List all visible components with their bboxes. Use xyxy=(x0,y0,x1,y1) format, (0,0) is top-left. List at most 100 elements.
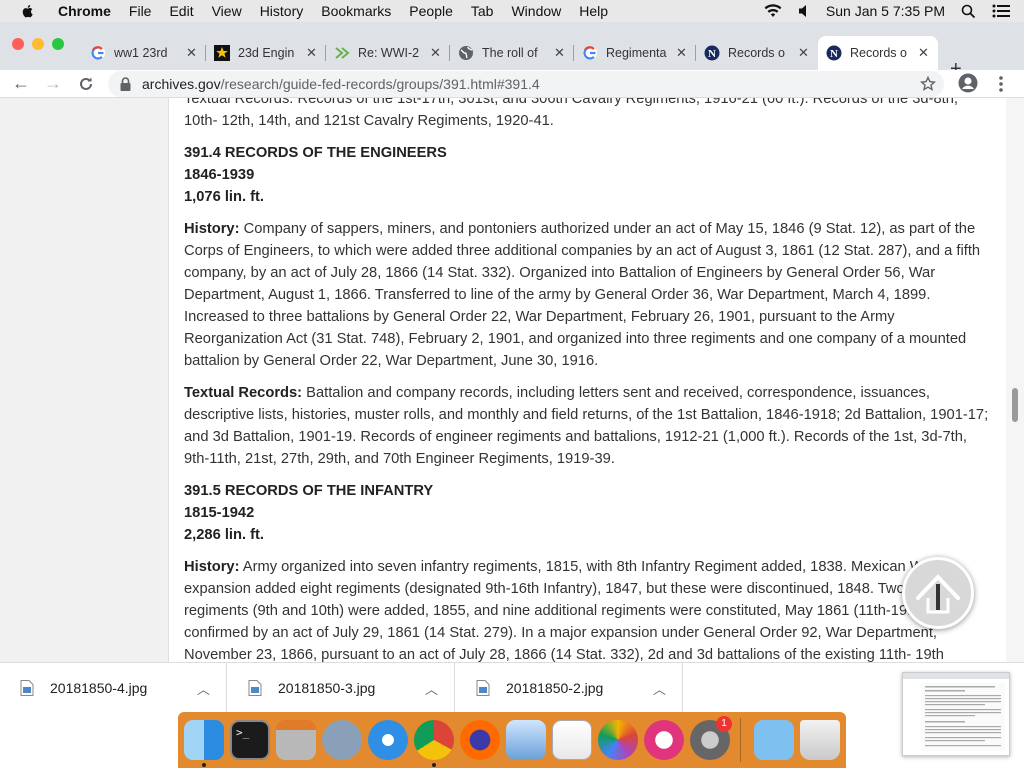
close-tab-icon[interactable]: ✕ xyxy=(798,45,810,61)
cavalry-textual-records: Textual Records: Records of the 1st-17th… xyxy=(184,98,958,129)
tab-the-roll-of[interactable]: The roll of ✕ xyxy=(450,36,574,70)
launchpad-icon[interactable] xyxy=(322,720,362,760)
photos-icon[interactable] xyxy=(598,720,638,760)
minimize-window-button[interactable] xyxy=(32,38,44,50)
download-filename: 20181850-3.jpg xyxy=(278,680,376,696)
menu-view[interactable]: View xyxy=(212,3,242,19)
close-tab-icon[interactable]: ✕ xyxy=(430,45,442,61)
more-menu-icon[interactable] xyxy=(998,75,1004,93)
clock[interactable]: Sun Jan 5 7:35 PM xyxy=(826,3,945,19)
menu-window[interactable]: Window xyxy=(511,3,561,19)
chevron-up-icon[interactable]: ︿ xyxy=(653,679,666,698)
google-icon xyxy=(91,46,105,60)
menu-bar: Chrome File Edit View History Bookmarks … xyxy=(0,0,1024,22)
chrome-icon[interactable] xyxy=(414,720,454,760)
menu-help[interactable]: Help xyxy=(579,3,608,19)
scrollbar-track[interactable] xyxy=(1006,98,1024,662)
chevron-up-icon[interactable]: ︿ xyxy=(425,679,438,698)
download-item[interactable]: 20181850-3.jpg ︿ xyxy=(228,663,455,713)
menu-file[interactable]: File xyxy=(129,3,152,19)
close-tab-icon[interactable]: ✕ xyxy=(306,45,318,61)
notification-center-icon[interactable] xyxy=(992,4,1010,18)
engineers-heading: 391.4 RECORDS OF THE ENGINEERS xyxy=(184,145,447,161)
notification-badge: 1 xyxy=(716,716,732,732)
dock: >_ 1 xyxy=(178,712,846,768)
svg-text:N: N xyxy=(708,48,716,60)
firefox-icon[interactable] xyxy=(460,720,500,760)
tab-strip: ww1 23rd ✕ 23d Engin ✕ Re: WWI-2 ✕ The r… xyxy=(0,22,1024,80)
screenshot-thumbnail[interactable] xyxy=(902,672,1010,756)
menu-tab[interactable]: Tab xyxy=(471,3,494,19)
address-bar[interactable]: archives.gov/research/guide-fed-records/… xyxy=(108,71,944,97)
image-file-icon xyxy=(476,680,490,696)
itunes-icon[interactable] xyxy=(644,720,684,760)
page-viewport: Textual Records: Records of the 1st-17th… xyxy=(0,98,1024,662)
menu-edit[interactable]: Edit xyxy=(169,3,193,19)
tab-re-wwi[interactable]: Re: WWI-2 ✕ xyxy=(326,36,450,70)
back-to-top-button[interactable] xyxy=(902,557,974,629)
menu-app-chrome[interactable]: Chrome xyxy=(58,3,111,19)
calculator-icon[interactable] xyxy=(276,720,316,760)
image-file-icon xyxy=(248,680,262,696)
safari-icon[interactable] xyxy=(368,720,408,760)
downloads-folder-icon[interactable] xyxy=(754,720,794,760)
n-icon: N xyxy=(704,45,720,61)
forward-icon xyxy=(335,47,350,59)
n-icon: N xyxy=(826,45,842,61)
engineers-extent: 1,076 lin. ft. xyxy=(184,189,264,205)
preview-icon[interactable] xyxy=(506,720,546,760)
tab-ww1-23rd[interactable]: ww1 23rd ✕ xyxy=(82,36,206,70)
volume-icon[interactable] xyxy=(798,4,810,18)
tab-label: Records o xyxy=(850,46,907,60)
finder-icon[interactable] xyxy=(184,720,224,760)
close-tab-icon[interactable]: ✕ xyxy=(186,45,198,61)
tab-label: Records o xyxy=(728,46,785,60)
download-item[interactable]: 20181850-2.jpg ︿ xyxy=(456,663,683,713)
thumbnail-preview-icon xyxy=(903,673,1009,751)
wifi-icon[interactable] xyxy=(764,4,782,18)
profile-avatar-icon[interactable] xyxy=(958,73,978,93)
menu-bookmarks[interactable]: Bookmarks xyxy=(321,3,391,19)
browser-toolbar: ← → archives.gov/research/guide-fed-reco… xyxy=(0,70,1024,98)
url-path: /research/guide-fed-records/groups/391.h… xyxy=(220,76,540,92)
infantry-heading: 391.5 RECORDS OF THE INFANTRY xyxy=(184,483,434,499)
google-icon xyxy=(583,46,597,60)
trash-icon[interactable] xyxy=(800,720,840,760)
url-domain: archives.gov xyxy=(142,76,221,92)
textedit-icon[interactable] xyxy=(552,720,592,760)
history-label: History: xyxy=(184,221,240,237)
download-shelf: 20181850-4.jpg ︿ 20181850-3.jpg ︿ 201818… xyxy=(0,662,1024,713)
scrollbar-thumb[interactable] xyxy=(1012,388,1018,422)
spotlight-search-icon[interactable] xyxy=(961,4,976,19)
tab-regimental[interactable]: Regimenta ✕ xyxy=(574,36,696,70)
tab-label: Regimenta xyxy=(606,46,667,60)
tab-records-active[interactable]: N Records o ✕ xyxy=(818,36,938,70)
back-button[interactable]: ← xyxy=(12,73,30,94)
bookmark-star-icon[interactable] xyxy=(920,76,936,92)
close-tab-icon[interactable]: ✕ xyxy=(676,45,688,61)
chevron-up-icon[interactable]: ︿ xyxy=(197,679,210,698)
download-filename: 20181850-4.jpg xyxy=(50,680,148,696)
engineers-section-header: 391.4 RECORDS OF THE ENGINEERS 1846-1939… xyxy=(184,142,994,208)
history-label: History: xyxy=(184,559,240,575)
close-tab-icon[interactable]: ✕ xyxy=(554,45,566,61)
close-window-button[interactable] xyxy=(12,38,24,50)
close-tab-icon[interactable]: ✕ xyxy=(918,45,930,61)
reload-icon[interactable] xyxy=(78,76,94,92)
url-text[interactable]: archives.gov/research/guide-fed-records/… xyxy=(142,76,540,92)
window-controls xyxy=(12,38,64,50)
forward-button[interactable]: → xyxy=(44,73,62,94)
menu-history[interactable]: History xyxy=(260,3,304,19)
zoom-window-button[interactable] xyxy=(52,38,64,50)
tab-23d-engin[interactable]: 23d Engin ✕ xyxy=(206,36,326,70)
apple-icon[interactable] xyxy=(20,3,36,19)
download-filename: 20181850-2.jpg xyxy=(506,680,604,696)
terminal-icon[interactable]: >_ xyxy=(230,720,270,760)
download-item[interactable]: 20181850-4.jpg ︿ xyxy=(0,663,227,713)
menu-people[interactable]: People xyxy=(409,3,453,19)
globe-icon xyxy=(459,46,473,60)
infantry-history: History: Army organized into seven infan… xyxy=(184,556,994,662)
engineers-textual-records: Textual Records: Battalion and company r… xyxy=(184,382,994,470)
tab-records-1[interactable]: N Records o ✕ xyxy=(696,36,818,70)
lock-icon[interactable] xyxy=(120,77,131,91)
